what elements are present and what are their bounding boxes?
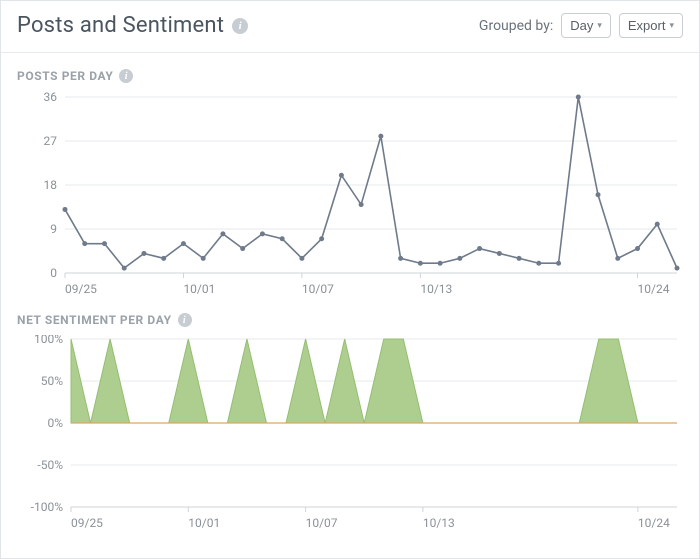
svg-text:18: 18 xyxy=(44,178,58,192)
svg-text:36: 36 xyxy=(44,91,58,104)
grouping-select[interactable]: Day ▾ xyxy=(561,13,611,38)
svg-text:50%: 50% xyxy=(41,374,63,388)
svg-text:-50%: -50% xyxy=(37,458,63,472)
sentiment-chart: -100% -50% 0% 50% 100% 09/25 10/01 10/07 10/13 10… xyxy=(1,335,699,531)
info-icon[interactable]: i xyxy=(232,18,248,34)
info-icon[interactable]: i xyxy=(119,69,133,83)
svg-text:10/01: 10/01 xyxy=(183,282,215,296)
grouped-by-label: Grouped by: xyxy=(479,18,553,34)
svg-text:0%: 0% xyxy=(47,416,63,430)
svg-text:27: 27 xyxy=(44,134,58,148)
export-label: Export xyxy=(628,18,666,33)
posts-chart: 0 9 18 27 36 09/25 10/01 10/07 10/13 10/24 xyxy=(1,91,699,297)
svg-text:9: 9 xyxy=(50,222,57,236)
chevron-down-icon: ▾ xyxy=(669,20,674,31)
svg-text:100%: 100% xyxy=(34,335,63,346)
svg-text:10/07: 10/07 xyxy=(302,282,334,296)
svg-text:10/24: 10/24 xyxy=(638,282,670,296)
page-title: Posts and Sentiment xyxy=(17,13,224,38)
grouping-value: Day xyxy=(570,18,593,33)
sentiment-section-title: NET SENTIMENT PER DAY i xyxy=(1,297,699,335)
svg-text:09/25: 09/25 xyxy=(71,516,103,530)
svg-text:-100%: -100% xyxy=(31,500,64,514)
info-icon[interactable]: i xyxy=(178,313,192,327)
panel-header: Posts and Sentiment i Grouped by: Day ▾ … xyxy=(1,1,699,52)
svg-text:0: 0 xyxy=(50,266,57,280)
svg-text:10/13: 10/13 xyxy=(423,516,455,530)
posts-section-title: POSTS PER DAY i xyxy=(1,53,699,91)
chevron-down-icon: ▾ xyxy=(597,20,602,31)
svg-text:10/07: 10/07 xyxy=(306,516,338,530)
svg-text:10/24: 10/24 xyxy=(638,516,670,530)
svg-text:09/25: 09/25 xyxy=(65,282,97,296)
svg-text:10/01: 10/01 xyxy=(188,516,220,530)
export-button[interactable]: Export ▾ xyxy=(619,13,683,38)
svg-text:10/13: 10/13 xyxy=(420,282,452,296)
dashboard-panel: Posts and Sentiment i Grouped by: Day ▾ … xyxy=(0,0,700,559)
